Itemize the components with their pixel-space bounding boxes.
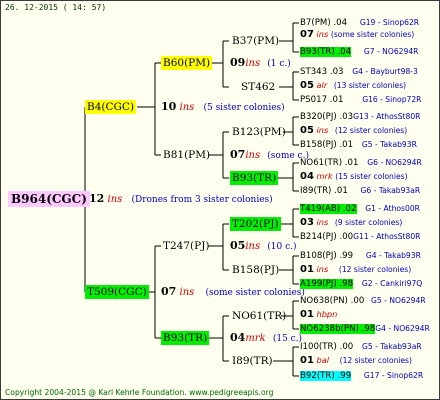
date-stamp: 26. 12-2015 ( 14: 57) [5, 3, 107, 12]
b93-node[interactable]: B93(TR) [161, 331, 210, 345]
leaf-20: 01 hbpn [300, 309, 338, 320]
leaf-8: 05 ins (12 sister colonies) [300, 125, 408, 136]
leaf-7[interactable]: B320(PJ) .03G13 - AthosSt80R [300, 111, 420, 123]
leaf-15[interactable]: B214(PJ) .00G11 - AthosSt80R [300, 231, 420, 243]
leaf-17: 01 ins (12 sister colonies) [300, 264, 412, 275]
leaf-5: 05 alr (13 sister colonies) [300, 80, 407, 91]
b123-node[interactable]: B123(PM) [230, 125, 288, 139]
leaf-19[interactable]: NO638(PN) .00 G5 - NO6294R [300, 295, 426, 307]
no61-node[interactable]: NO61(TR) [230, 309, 288, 323]
lower-node[interactable]: T509(CGC) [85, 285, 149, 299]
leaf-24[interactable]: B92(TR) .99 G17 - Sinop62R [300, 370, 423, 382]
leaf-13[interactable]: T419(AB) .02 G1 - Athos00R [300, 203, 420, 215]
b60-generation: 09ins (1 c.) [230, 56, 291, 69]
leaf-6[interactable]: PS017 .01 G16 - Sinop72R [300, 94, 421, 106]
b93-generation: 04mrk (15 c.) [230, 331, 303, 344]
b81-generation: 07ins (some c.) [230, 148, 309, 161]
leaf-2: 07 ins (some sister colonies) [300, 29, 415, 40]
st462-node[interactable]: ST462 [239, 80, 277, 94]
leaf-10[interactable]: NO61(TR) .01 G6 - NO6294R [300, 157, 422, 169]
leaf-14: 03 ins (9 sister colonies) [300, 217, 403, 228]
b93tr-node[interactable]: B93(TR) [230, 171, 279, 185]
b60-node[interactable]: B60(PM) [161, 56, 213, 70]
leaf-3[interactable]: B93(TR) .04 G7 - NO6294R [300, 46, 418, 58]
leaf-23: 01 bal (12 sister colonies) [300, 355, 412, 366]
leaf-22[interactable]: I100(TR) .00 G5 - Takab93aR [300, 341, 422, 353]
copyright-footer: Copyright 2004-2015 @ Karl Kehrle Founda… [5, 388, 274, 397]
leaf-16[interactable]: B108(PJ) .99 G4 - Takab93R [300, 250, 421, 262]
lower-generation: 07 ins (some sister colonies) [161, 285, 305, 298]
leaf-18[interactable]: A199(PJ) .98 G2 - Cankiri97Q [300, 278, 422, 290]
upper-node[interactable]: B4(CGC) [85, 100, 137, 114]
t202-node[interactable]: T202(PJ) [230, 217, 281, 231]
t247-generation: 05ins (10 c.) [230, 239, 297, 252]
leaf-11: 04 mrk (15 sister colonies) [300, 171, 408, 182]
t247-node[interactable]: T247(PJ) [161, 239, 212, 253]
leaf-9[interactable]: B158(PJ) .01 G5 - Takab93R [300, 139, 417, 151]
leaf-21[interactable]: NO6238b(PN) .98G4 - NO6294R [300, 323, 430, 335]
upper-generation: 10 ins (5 sister colonies) [161, 100, 285, 113]
b37-node[interactable]: B37(PM) [230, 34, 281, 48]
leaf-4[interactable]: ST343 .03 G4 - Bayburt98-3 [300, 66, 418, 78]
b158-node[interactable]: B158(PJ) [230, 263, 281, 277]
root-node[interactable]: B964(CGC) [8, 191, 90, 207]
root-generation: 12 ins (Drones from 3 sister colonies) [89, 192, 273, 205]
leaf-12[interactable]: I89(TR) .01 G6 - Takab93aR [300, 185, 420, 197]
pedigree-frame: { "date": "26. 12-2015 ( 14: 57)", "copy… [0, 0, 440, 400]
b81-node[interactable]: B81(PM) [161, 148, 212, 162]
i89-node[interactable]: I89(TR) [230, 354, 275, 368]
